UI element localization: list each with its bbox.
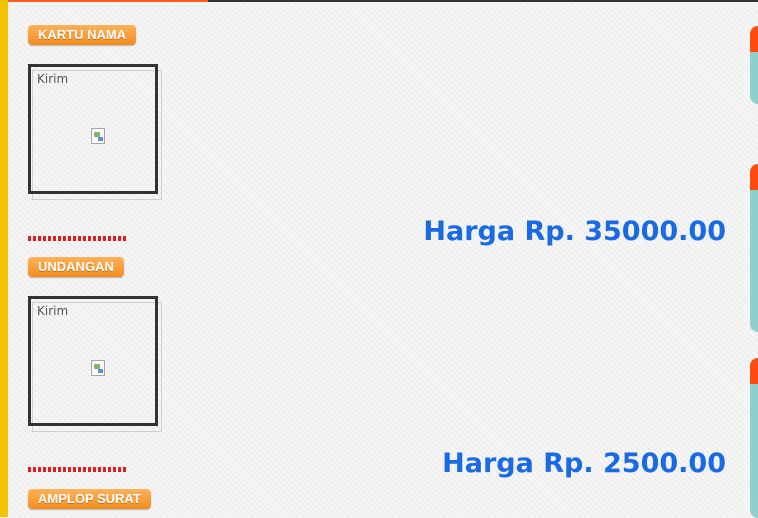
category-badge-kartu-nama[interactable]: KARTU NAMA: [28, 25, 137, 45]
dotted-divider: [28, 467, 128, 472]
broken-image-icon: [91, 360, 105, 376]
image-alt-text: Kirim: [37, 304, 69, 318]
side-tab[interactable]: [750, 164, 758, 332]
product-thumbnail[interactable]: Kirim: [28, 64, 162, 200]
product-thumbnail[interactable]: Kirim: [28, 296, 162, 432]
category-badge-undangan[interactable]: UNDANGAN: [28, 257, 124, 277]
price-label: Harga Rp. 35000.00: [423, 216, 726, 247]
side-tab-cap: [750, 164, 758, 190]
side-tab[interactable]: [750, 358, 758, 518]
dotted-divider: [28, 236, 128, 241]
category-badge-amplop-surat[interactable]: AMPLOP SURAT: [28, 489, 151, 509]
price-label: Harga Rp. 2500.00: [442, 448, 726, 479]
left-accent-stripe: [0, 0, 8, 517]
broken-image-icon: [91, 128, 105, 144]
side-tab[interactable]: [750, 26, 758, 104]
side-tab-cap: [750, 26, 758, 52]
top-accent-bar-dark: [208, 0, 758, 2]
side-tab-cap: [750, 358, 758, 384]
image-alt-text: Kirim: [37, 72, 69, 86]
top-accent-bar-red: [8, 0, 208, 2]
